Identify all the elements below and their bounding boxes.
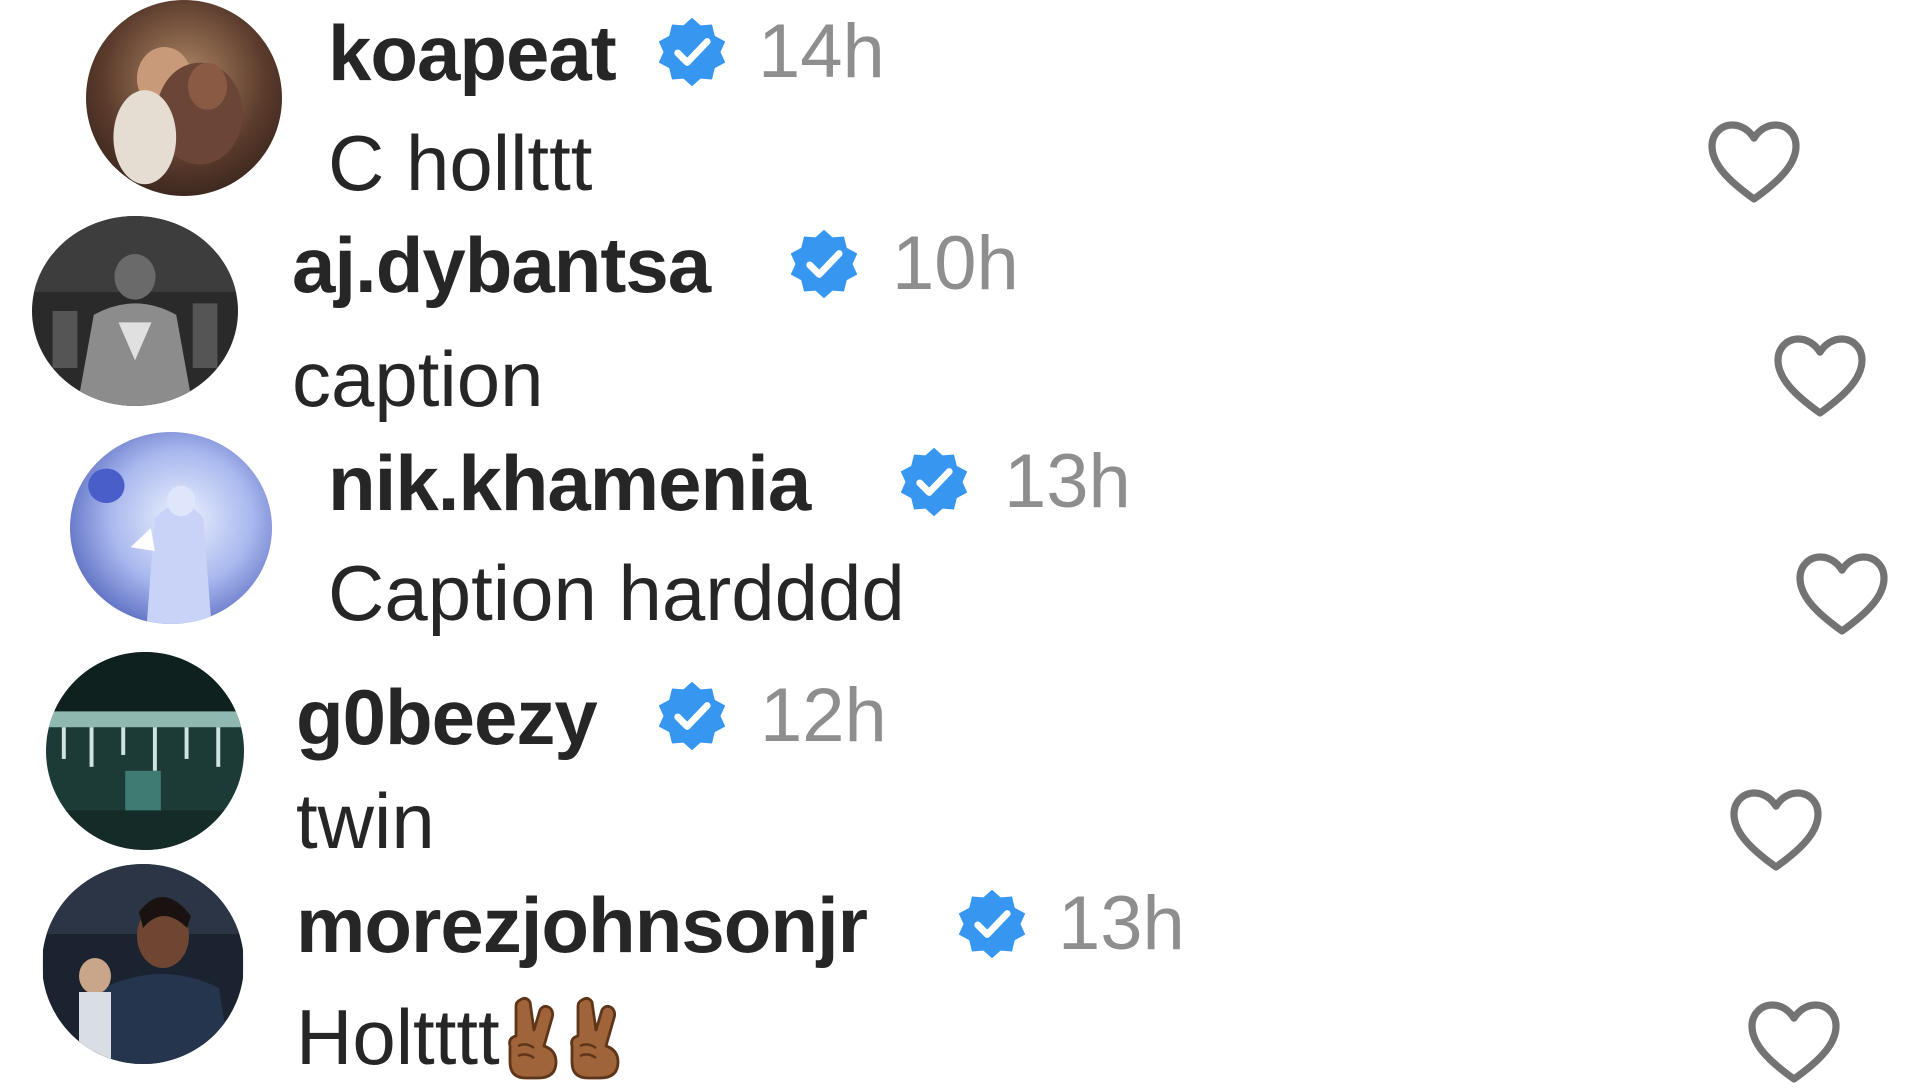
comment-text-row: Holtttt — [296, 994, 624, 1082]
comment-timestamp[interactable]: 12h — [760, 678, 887, 754]
avatar[interactable] — [46, 652, 244, 850]
comment-text: twin — [296, 777, 435, 865]
like-heart-icon[interactable] — [1772, 332, 1868, 422]
crossed-fingers-emoji-icon — [502, 994, 562, 1082]
username[interactable]: nik.khamenia — [328, 444, 811, 522]
verified-badge-icon — [654, 678, 730, 754]
comment-item: aj.dybantsa 10h caption — [0, 216, 1920, 426]
avatar-photo-player-portrait-icon — [43, 864, 243, 1064]
comment-text: caption — [292, 335, 544, 423]
comment-text: Caption hardddd — [328, 549, 905, 637]
comment-timestamp[interactable]: 13h — [1004, 444, 1131, 520]
comment-item: g0beezy 12h twin — [0, 652, 1920, 871]
avatar-photo-person-hugging-icon — [86, 0, 282, 196]
avatar[interactable] — [86, 0, 282, 196]
username[interactable]: aj.dybantsa — [292, 226, 711, 304]
avatar[interactable] — [70, 432, 272, 624]
avatar[interactable] — [32, 216, 238, 406]
avatar-photo-player-grayscale-icon — [32, 216, 238, 406]
username[interactable]: g0beezy — [296, 678, 598, 756]
verified-badge-icon — [654, 14, 730, 90]
comment-timestamp[interactable]: 13h — [1058, 886, 1185, 962]
verified-badge-icon — [954, 886, 1030, 962]
comment-text: Holtttt — [296, 993, 500, 1081]
comment-timestamp[interactable]: 14h — [758, 14, 885, 90]
comment-list: koapeat 14h C hollttt aj.dybantsa 10h ca… — [0, 0, 1920, 1083]
like-heart-icon[interactable] — [1746, 998, 1842, 1088]
comment-timestamp[interactable]: 10h — [892, 226, 1019, 302]
avatar-photo-teal-arena-icon — [46, 652, 244, 850]
avatar[interactable] — [42, 864, 244, 1064]
username[interactable]: morezjohnsonjr — [296, 886, 868, 964]
comment-item: nik.khamenia 13h Caption hardddd — [0, 432, 1920, 642]
like-heart-icon[interactable] — [1706, 118, 1802, 208]
avatar-photo-blue-stage-icon — [70, 432, 272, 624]
like-heart-icon[interactable] — [1728, 786, 1824, 876]
verified-badge-icon — [896, 444, 972, 520]
crossed-fingers-emoji-icon — [564, 994, 624, 1082]
comment-text: C hollttt — [328, 119, 593, 207]
comment-item: koapeat 14h C hollttt — [0, 0, 1920, 210]
verified-badge-icon — [786, 226, 862, 302]
like-heart-icon[interactable] — [1794, 550, 1890, 640]
comment-item: morezjohnsonjr 13h Holtttt — [0, 864, 1920, 1083]
username[interactable]: koapeat — [328, 14, 617, 92]
